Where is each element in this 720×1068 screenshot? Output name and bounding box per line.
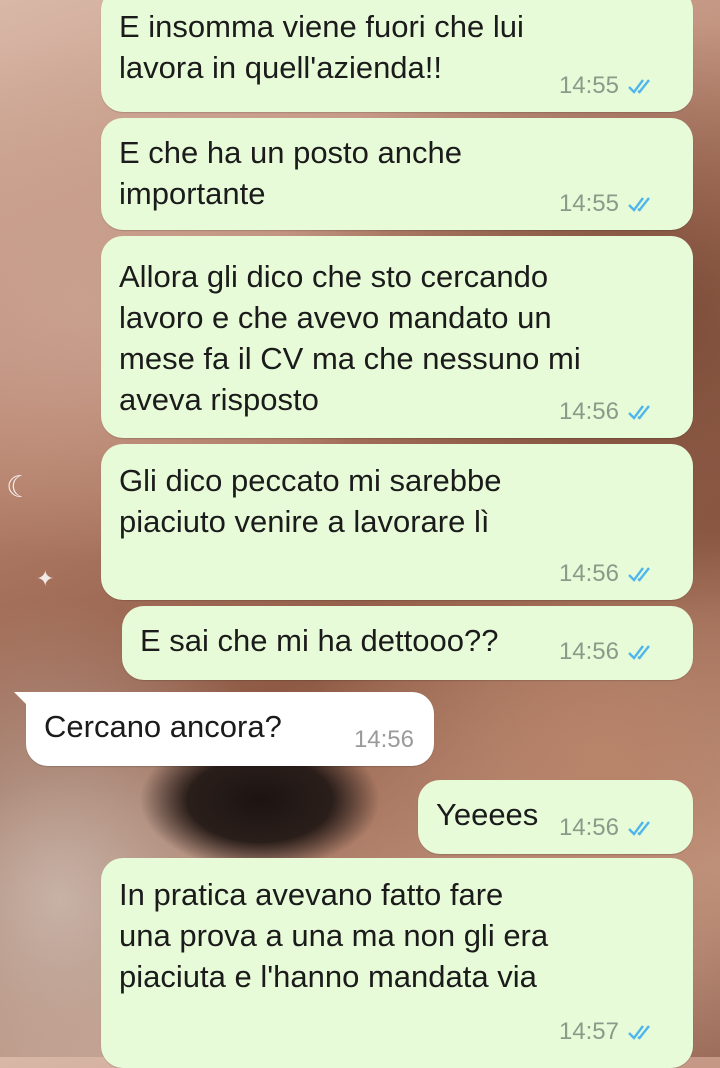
double-check-icon: [627, 403, 657, 421]
message-text: Allora gli dico che sto cercando lavoro …: [119, 259, 581, 417]
message-meta: 14:57: [559, 1018, 657, 1046]
message-text: Gli dico peccato mi sarebbe piaciuto ven…: [119, 463, 502, 539]
message-meta: 14:56: [354, 726, 414, 754]
message-time: 14:56: [558, 398, 619, 425]
message-bubble-outgoing[interactable]: Gli dico peccato mi sarebbe piaciuto ven…: [101, 444, 693, 600]
message-meta: 14:55: [559, 72, 657, 100]
message-bubble-outgoing[interactable]: E che ha un posto anche importante 14:55: [101, 118, 693, 230]
double-check-icon: [627, 1023, 657, 1041]
double-check-icon: [627, 195, 657, 213]
message-time: 14:57: [558, 1018, 619, 1045]
message-time: 14:56: [558, 560, 619, 587]
message-meta: 14:55: [559, 190, 657, 218]
bubble-tail: [14, 692, 32, 710]
message-meta: 14:56: [559, 638, 657, 666]
sparkle-decoration: ✦: [36, 566, 55, 591]
double-check-icon: [627, 77, 657, 95]
message-bubble-outgoing[interactable]: E sai che mi ha dettooo?? 14:56: [122, 606, 693, 680]
sparkle-decoration: ☾: [6, 471, 33, 504]
chat-conversation[interactable]: ✦ ☾ E insomma viene fuori che lui lavora…: [0, 0, 720, 1068]
message-time: 14:55: [558, 72, 619, 99]
message-meta: 14:56: [559, 560, 657, 588]
double-check-icon: [627, 819, 657, 837]
message-text: In pratica avevano fatto fare una prova …: [119, 877, 549, 994]
message-meta: 14:56: [559, 814, 657, 842]
message-bubble-outgoing[interactable]: E insomma viene fuori che lui lavora in …: [101, 0, 693, 112]
message-bubble-incoming[interactable]: Cercano ancora? 14:56: [14, 692, 434, 766]
double-check-icon: [627, 643, 657, 661]
message-bubble-outgoing[interactable]: In pratica avevano fatto fare una prova …: [101, 858, 693, 1068]
message-time: 14:55: [558, 190, 619, 217]
message-bubble-outgoing[interactable]: Allora gli dico che sto cercando lavoro …: [101, 236, 693, 438]
message-bubble-outgoing[interactable]: Yeeees 14:56: [418, 780, 693, 854]
message-time: 14:56: [353, 726, 414, 753]
message-time: 14:56: [558, 638, 619, 665]
message-time: 14:56: [558, 814, 619, 841]
double-check-icon: [627, 565, 657, 583]
message-meta: 14:56: [559, 398, 657, 426]
